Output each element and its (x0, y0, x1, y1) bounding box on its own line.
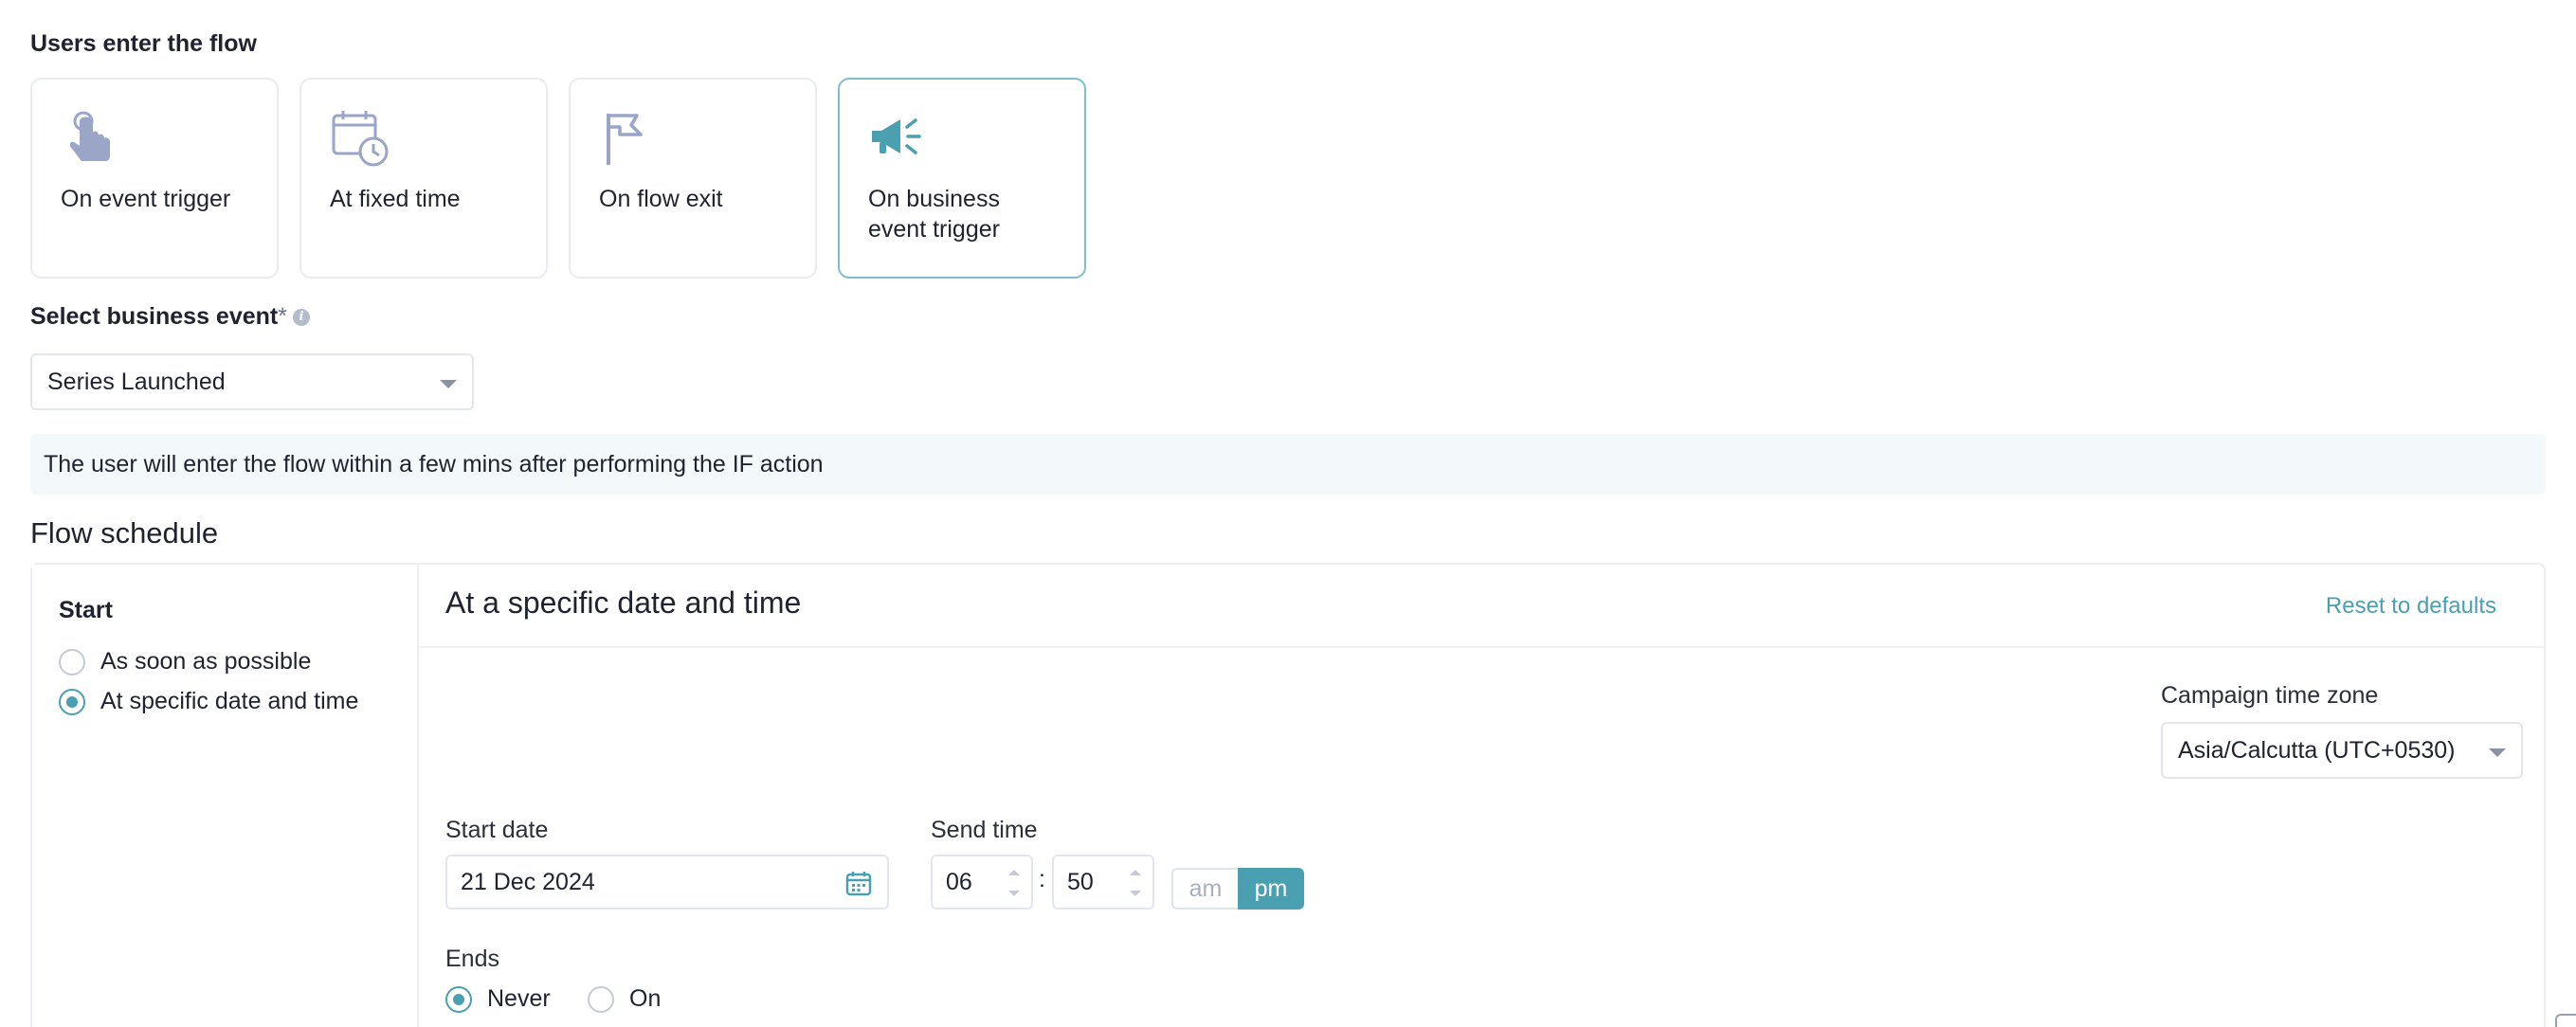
minute-input[interactable]: 50 (1052, 855, 1154, 910)
start-heading: Start (59, 597, 113, 623)
calendar-clock-icon (332, 111, 389, 167)
timezone-label: Campaign time zone (2161, 682, 2379, 709)
send-time-label: Send time (931, 817, 1038, 843)
ends-label: Ends (445, 946, 499, 972)
business-event-label-text: Select business event (30, 303, 279, 330)
detail-title: At a specific date and time (445, 586, 802, 620)
trigger-label: On business event trigger (868, 186, 1000, 243)
minute-value: 50 (1067, 868, 1094, 895)
am-pm-toggle: am pm (1171, 868, 1304, 910)
ends-option-on[interactable]: On (588, 985, 661, 1013)
ends-option-never[interactable]: Never (445, 985, 551, 1013)
business-event-label: Select business event* i (30, 303, 310, 331)
trigger-label: On flow exit (599, 186, 723, 212)
detail-header: At a specific date and time Reset to def… (419, 565, 2544, 648)
hour-input[interactable]: 06 (931, 855, 1033, 910)
am-option[interactable]: am (1171, 868, 1238, 910)
trigger-label: At fixed time (330, 186, 461, 212)
trigger-card-fixed-time[interactable]: At fixed time (299, 78, 548, 279)
hour-value: 06 (946, 868, 972, 895)
chevron-down-icon (2489, 748, 2506, 757)
timezone-value: Asia/Calcutta (UTC+0530) (2178, 736, 2456, 764)
info-banner: The user will enter the flow within a fe… (30, 434, 2546, 495)
start-date-label: Start date (445, 817, 549, 843)
pointer-hand-icon (69, 111, 110, 161)
business-event-value: Series Launched (47, 368, 226, 395)
start-date-input[interactable]: 21 Dec 2024 (445, 855, 889, 910)
reset-to-defaults-link[interactable]: Reset to defaults (2326, 593, 2496, 620)
flow-schedule-title: Flow schedule (30, 516, 219, 550)
timezone-select[interactable]: Asia/Calcutta (UTC+0530) (2161, 722, 2523, 779)
trigger-card-event[interactable]: On event trigger (30, 78, 279, 279)
trigger-label: On event trigger (61, 186, 231, 212)
start-option-asap[interactable]: As soon as possible (59, 648, 311, 676)
calendar-icon[interactable] (845, 870, 872, 896)
trigger-card-business-event[interactable]: On business event trigger (838, 78, 1086, 279)
schedule-detail-column: At a specific date and time Reset to def… (419, 565, 2544, 1027)
entry-heading: Users enter the flow (30, 30, 257, 57)
radio-label: At specific date and time (100, 688, 359, 714)
pm-option[interactable]: pm (1238, 868, 1304, 910)
start-option-specific[interactable]: At specific date and time (59, 688, 358, 715)
hour-stepper[interactable] (1008, 866, 1022, 900)
radio-label: Never (487, 985, 551, 1012)
radio-button[interactable] (445, 985, 472, 1013)
radio-button[interactable] (59, 688, 85, 715)
chevron-down-icon (440, 380, 457, 388)
start-date-value: 21 Dec 2024 (461, 868, 595, 895)
minute-stepper[interactable] (1130, 866, 1143, 900)
radio-label: On (629, 985, 662, 1012)
megaphone-icon (872, 118, 921, 154)
flag-icon (607, 114, 643, 165)
info-banner-text: The user will enter the flow within a fe… (44, 450, 824, 477)
resize-corner-icon (2555, 1014, 2576, 1027)
trigger-card-flow-exit[interactable]: On flow exit (569, 78, 817, 279)
info-icon[interactable]: i (292, 309, 310, 327)
radio-button[interactable] (588, 985, 614, 1013)
business-event-select[interactable]: Series Launched (30, 353, 474, 410)
time-separator: : (1039, 866, 1045, 892)
radio-label: As soon as possible (100, 648, 312, 675)
entry-trigger-options: On event trigger At fixed time On flow e… (30, 78, 1086, 279)
start-options-column: Start As soon as possible At specific da… (32, 565, 419, 1027)
flow-schedule-panel: Start As soon as possible At specific da… (30, 563, 2546, 1027)
radio-button[interactable] (59, 648, 85, 676)
required-mark: * (278, 303, 287, 330)
